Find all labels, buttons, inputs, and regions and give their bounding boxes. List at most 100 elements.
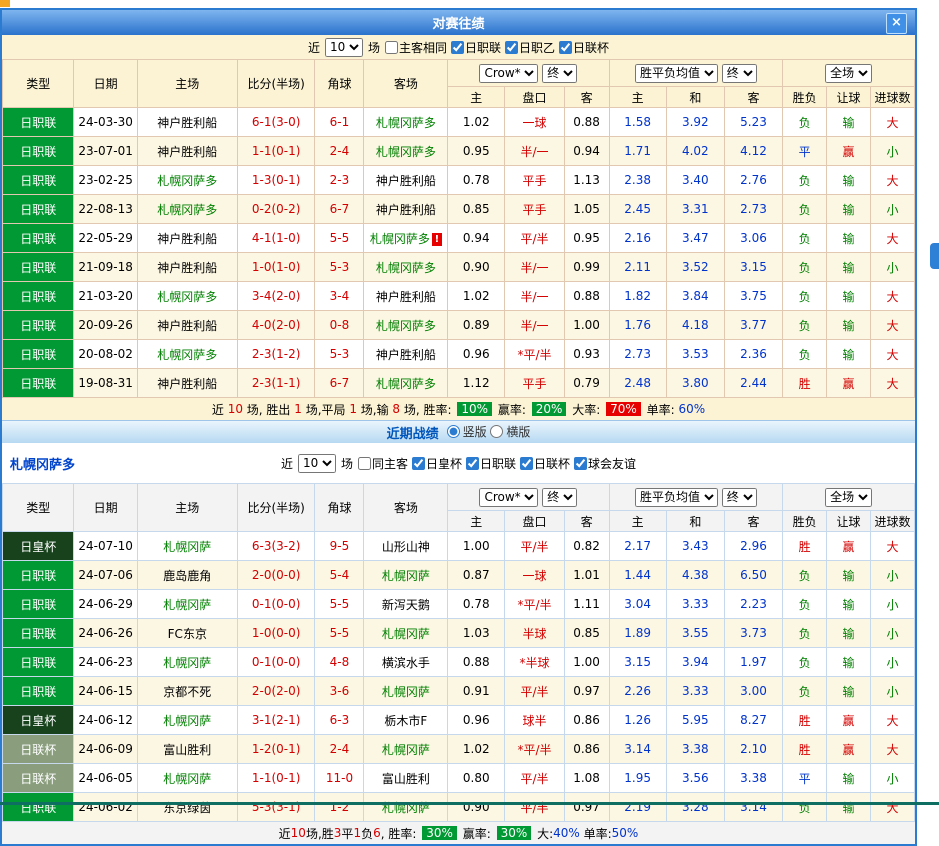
euro-odds-mode-select[interactable]: 胜平负均值 — [635, 488, 718, 507]
match-row: 日职联24-06-02东京绿茵5-3(3-1)1-2札幌冈萨0.90平/半0.9… — [3, 793, 915, 822]
euro-home-odds-cell: 2.73 — [609, 340, 666, 369]
euro-odds-mode-select[interactable]: 胜平负均值 — [635, 64, 718, 83]
home-team-cell: 神户胜利船 — [137, 137, 237, 166]
euro-home-odds-cell: 2.11 — [609, 253, 666, 282]
euro-home-odds-cell: 2.48 — [609, 369, 666, 398]
filter-checkbox-option[interactable]: 主客相同 — [385, 39, 447, 56]
euro-away-odds-cell: 3.75 — [724, 282, 782, 311]
result-cell: 负 — [783, 195, 827, 224]
filter-checkbox-option[interactable]: 日职联 — [466, 455, 516, 472]
summary-text: 场,胜 — [306, 825, 334, 842]
league-type-cell: 日职联 — [3, 369, 74, 398]
column-header-away: 客场 — [364, 484, 448, 532]
goals-result-cell: 大 — [870, 532, 914, 561]
result-cell: 负 — [783, 253, 827, 282]
recent-match-count-select[interactable]: 10 — [298, 454, 336, 473]
filter-checkbox-label: 日职联 — [480, 455, 516, 472]
bookmaker-select[interactable]: Crow* — [479, 64, 538, 83]
handicap-result-cell: 输 — [827, 224, 871, 253]
handicap-cell: 一球 — [505, 108, 564, 137]
match-row: 日职联24-06-29札幌冈萨0-1(0-0)5-5新泻天鹅0.78*平/半1.… — [3, 590, 915, 619]
horizontal-radio[interactable] — [490, 425, 503, 438]
goals-result-cell: 大 — [870, 282, 914, 311]
summary-text: 8 — [392, 402, 400, 416]
asian-odds-time-select[interactable]: 终 — [542, 64, 577, 83]
match-row: 日职联19-08-31神户胜利船2-3(1-1)6-7札幌冈萨多1.12平手0.… — [3, 369, 915, 398]
filter-checkbox[interactable] — [451, 41, 464, 54]
filter-checkbox-option[interactable]: 同主客 — [358, 455, 408, 472]
filter-checkbox-label: 主客相同 — [399, 39, 447, 56]
corner-cell: 6-3 — [315, 706, 364, 735]
h2h-match-count-select[interactable]: 10 — [325, 38, 363, 57]
recent-panel: 札幌冈萨多 近 10 场 同主客日皇杯日职联日联杯球会友谊 类型 日期 主场 比… — [2, 443, 915, 844]
handicap-cell: 平手 — [505, 369, 564, 398]
filter-checkbox-option[interactable]: 日皇杯 — [412, 455, 462, 472]
home-team-cell: 札幌冈萨 — [137, 764, 237, 793]
away-team-cell: 札幌冈萨 — [364, 619, 448, 648]
handicap-result-cell: 输 — [827, 590, 871, 619]
filter-checkbox-option[interactable]: 日联杯 — [559, 39, 609, 56]
filter-checkbox[interactable] — [412, 457, 425, 470]
near-label: 近 — [281, 455, 293, 472]
filter-checkbox-option[interactable]: 日职乙 — [505, 39, 555, 56]
filter-checkbox-label: 球会友谊 — [588, 455, 636, 472]
score-cell: 1-1(0-1) — [237, 137, 315, 166]
goals-result-cell: 大 — [870, 108, 914, 137]
close-icon[interactable]: × — [886, 13, 907, 34]
result-cell: 负 — [783, 311, 827, 340]
asia-home-odds-cell: 0.85 — [448, 195, 505, 224]
summary-text: 赢率: — [459, 825, 495, 842]
score-cell: 2-0(0-0) — [237, 561, 315, 590]
summary-text: 单率: — [643, 401, 679, 418]
filter-checkbox[interactable] — [358, 457, 371, 470]
vertical-radio[interactable] — [447, 425, 460, 438]
column-header-let: 让球 — [827, 87, 871, 108]
euro-home-odds-cell: 1.26 — [609, 706, 666, 735]
euro-draw-odds-cell: 4.02 — [666, 137, 724, 166]
filter-checkbox[interactable] — [574, 457, 587, 470]
layout-option-horizontal[interactable]: 横版 — [490, 423, 530, 440]
euro-odds-group-header: 胜平负均值 终 — [609, 60, 783, 87]
filter-checkbox[interactable] — [505, 41, 518, 54]
euro-home-odds-cell: 2.26 — [609, 677, 666, 706]
asia-away-odds-cell: 0.97 — [564, 677, 609, 706]
match-scope-select[interactable]: 全场 — [825, 488, 872, 507]
home-team-cell: 富山胜利 — [137, 735, 237, 764]
asia-home-odds-cell: 1.03 — [448, 619, 505, 648]
h2h-titlebar: 对赛往绩 × — [2, 10, 915, 35]
date-cell: 24-06-15 — [74, 677, 137, 706]
filter-checkbox[interactable] — [559, 41, 572, 54]
games-label: 场 — [368, 39, 380, 56]
handicap-result-cell: 输 — [827, 253, 871, 282]
score-cell: 2-3(1-2) — [237, 340, 315, 369]
result-cell: 负 — [783, 619, 827, 648]
column-header-result: 胜负 — [783, 511, 827, 532]
filter-checkbox[interactable] — [466, 457, 479, 470]
handicap-result-cell: 输 — [827, 764, 871, 793]
handicap-result-cell: 赢 — [827, 706, 871, 735]
asia-away-odds-cell: 0.94 — [564, 137, 609, 166]
euro-odds-time-select[interactable]: 终 — [722, 64, 757, 83]
scrollbar-thumb[interactable] — [930, 243, 939, 269]
asia-home-odds-cell: 1.02 — [448, 735, 505, 764]
asian-odds-group-header: Crow* 终 — [448, 484, 609, 511]
filter-checkbox-option[interactable]: 日职联 — [451, 39, 501, 56]
match-scope-select[interactable]: 全场 — [825, 64, 872, 83]
filter-checkbox-option[interactable]: 日联杯 — [520, 455, 570, 472]
filter-checkbox[interactable] — [520, 457, 533, 470]
handicap-result-cell: 输 — [827, 677, 871, 706]
euro-odds-time-select[interactable]: 终 — [722, 488, 757, 507]
filter-checkbox[interactable] — [385, 41, 398, 54]
home-team-cell: 札幌冈萨 — [137, 648, 237, 677]
asian-odds-time-select[interactable]: 终 — [542, 488, 577, 507]
date-cell: 24-06-29 — [74, 590, 137, 619]
asia-away-odds-cell: 1.05 — [564, 195, 609, 224]
filter-checkbox-option[interactable]: 球会友谊 — [574, 455, 636, 472]
league-type-cell: 日皇杯 — [3, 532, 74, 561]
home-team-cell: 京都不死 — [137, 677, 237, 706]
bookmaker-select[interactable]: Crow* — [479, 488, 538, 507]
summary-text: 大: — [533, 825, 553, 842]
layout-option-vertical[interactable]: 竖版 — [447, 423, 487, 440]
summary-text: 10 — [291, 826, 306, 840]
column-header-euro-home: 主 — [609, 511, 666, 532]
